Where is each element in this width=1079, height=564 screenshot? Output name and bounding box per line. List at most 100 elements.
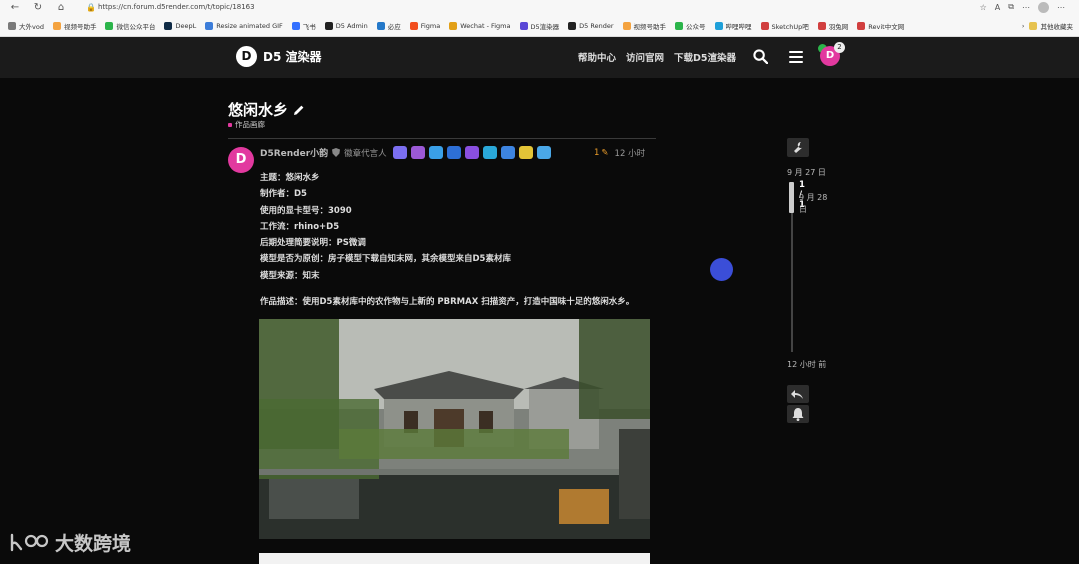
search-icon[interactable] bbox=[753, 49, 768, 64]
next-post-image[interactable] bbox=[259, 553, 650, 564]
read-aloud-icon[interactable]: A bbox=[995, 3, 1000, 12]
post-username[interactable]: D5Render小韵 bbox=[260, 146, 328, 159]
bookmark-label: D5渲染器 bbox=[530, 22, 560, 31]
user-badge-icon[interactable] bbox=[464, 146, 479, 159]
water-town-render bbox=[259, 319, 650, 539]
timeline-handle[interactable] bbox=[789, 182, 794, 213]
category-badge[interactable]: 作品画廊 bbox=[228, 119, 265, 130]
browser-chrome: ← ↻ ⌂ 🔒 https://cn.forum.d5render.com/t/… bbox=[0, 0, 1079, 37]
browser-toolbar-icons: ☆ A ⧉ ⋯ ⋯ bbox=[980, 0, 1065, 14]
user-badge-icon[interactable] bbox=[428, 146, 443, 159]
moderator-shield-icon bbox=[332, 148, 341, 157]
pencil-edit-icon: ✎ bbox=[601, 148, 609, 158]
bookmark-favicon-icon bbox=[8, 21, 16, 30]
bookmark-item[interactable]: DeepL bbox=[164, 21, 197, 30]
bookmark-favicon-icon bbox=[714, 21, 723, 30]
link-help-center[interactable]: 帮助中心 bbox=[578, 50, 616, 64]
bookmark-favicon-icon bbox=[376, 21, 385, 30]
bookmark-label: D5 Render bbox=[579, 21, 614, 30]
bookmark-favicon-icon bbox=[568, 21, 577, 30]
bookmark-item[interactable]: 视频号助手 bbox=[52, 21, 97, 31]
bookmark-label: 视频号助手 bbox=[63, 22, 97, 31]
bookmark-favicon-icon bbox=[324, 21, 333, 30]
timeline-current-date: 9 月 28 日 bbox=[799, 193, 828, 214]
post-description: 作品描述：使用D5素材库中的农作物与上新的 PBRMAX 扫描资产，打造中国味十… bbox=[260, 297, 635, 307]
bookmark-favicon-icon bbox=[519, 21, 528, 30]
site-logo[interactable]: D D5 渲染器 bbox=[236, 46, 322, 67]
bookmark-item[interactable]: D5 Render bbox=[568, 21, 614, 30]
bookmark-label: Revit中文网 bbox=[868, 22, 905, 31]
d5-logo-icon: D bbox=[236, 46, 257, 67]
user-badge-icon[interactable] bbox=[500, 146, 515, 159]
category-color-dot bbox=[228, 122, 232, 127]
bookmark-item[interactable]: Figma bbox=[409, 21, 441, 30]
timeline-start-date[interactable]: 9 月 27 日 bbox=[787, 167, 826, 178]
watermark: 大数跨境 bbox=[9, 529, 131, 556]
bookmark-label: 哔哩哔哩 bbox=[725, 22, 752, 31]
user-badge-icon[interactable] bbox=[518, 146, 533, 159]
post-user-title: 徽章代言人 bbox=[344, 148, 387, 159]
bookmark-item[interactable]: 大外vod bbox=[8, 21, 44, 31]
post-line-postprocess: 后期处理简要说明：PS微调 bbox=[260, 238, 366, 249]
reply-icon bbox=[791, 390, 803, 399]
collections-icon[interactable]: ⧉ bbox=[1008, 2, 1014, 12]
post-author-avatar[interactable]: D bbox=[228, 147, 254, 173]
chevron-right-icon: › bbox=[1021, 21, 1025, 30]
bookmark-item[interactable]: Resize animated GIF bbox=[205, 21, 283, 30]
post-line-author: 制作者：D5 bbox=[260, 189, 307, 200]
user-badge-icon[interactable] bbox=[446, 146, 461, 159]
link-download[interactable]: 下载D5渲染器 bbox=[674, 50, 736, 64]
bookmark-item[interactable]: 哔哩哔哩 bbox=[714, 21, 752, 31]
bookmark-item[interactable]: 公众号 bbox=[675, 21, 706, 31]
topic-divider bbox=[228, 138, 656, 139]
bookmark-item[interactable]: 视频号助手 bbox=[622, 21, 666, 31]
user-badge-icon[interactable] bbox=[392, 146, 407, 159]
hamburger-menu-icon[interactable] bbox=[789, 51, 803, 63]
post-time[interactable]: 12 小时 bbox=[615, 147, 646, 159]
notification-bell-button[interactable] bbox=[787, 405, 809, 423]
bookmark-label: DeepL bbox=[175, 21, 197, 30]
bookmark-label: 大外vod bbox=[19, 22, 44, 31]
user-badge-icon[interactable] bbox=[536, 146, 551, 159]
other-bookmarks-label: 其他收藏夹 bbox=[1040, 22, 1074, 31]
post-line-original: 模型是否为原创：房子模型下载自知末网，其余模型来自D5素材库 bbox=[260, 254, 511, 265]
bookmark-item[interactable]: SketchUp吧 bbox=[760, 21, 809, 31]
bookmark-item[interactable]: 飞书 bbox=[291, 21, 316, 31]
bookmark-favicon-icon bbox=[52, 21, 61, 30]
folder-icon bbox=[1028, 21, 1037, 30]
reload-icon[interactable]: ↻ bbox=[30, 1, 46, 15]
user-badge-icon[interactable] bbox=[410, 146, 425, 159]
bookmarks-overflow[interactable]: › 其他收藏夹 bbox=[1022, 16, 1073, 35]
bookmark-label: Figma bbox=[420, 21, 441, 30]
bookmark-label: 飞书 bbox=[302, 22, 316, 31]
bookmark-item[interactable]: 羽兔网 bbox=[817, 21, 848, 31]
link-official-site[interactable]: 访问官网 bbox=[626, 50, 664, 64]
admin-wrench-button[interactable] bbox=[787, 138, 809, 157]
bookmark-item[interactable]: Revit中文网 bbox=[857, 21, 904, 31]
extensions-icon[interactable]: ⋯ bbox=[1022, 3, 1030, 12]
bookmark-item[interactable]: 必应 bbox=[376, 21, 401, 31]
bookmark-label: 微信公众平台 bbox=[116, 22, 156, 31]
favorite-star-icon[interactable]: ☆ bbox=[980, 3, 987, 12]
bookmark-favicon-icon bbox=[449, 21, 458, 30]
address-bar[interactable]: 🔒 https://cn.forum.d5render.com/t/topic/… bbox=[86, 0, 906, 14]
profile-icon[interactable] bbox=[1038, 1, 1049, 13]
home-icon[interactable]: ⌂ bbox=[53, 1, 69, 15]
more-icon[interactable]: ⋯ bbox=[1057, 3, 1065, 12]
pencil-icon[interactable] bbox=[293, 104, 305, 116]
user-badge-icon[interactable] bbox=[482, 146, 497, 159]
bookmark-item[interactable]: D5渲染器 bbox=[519, 21, 560, 31]
back-icon[interactable]: ← bbox=[7, 1, 23, 15]
post-render-image[interactable] bbox=[259, 319, 650, 539]
bookmark-item[interactable]: D5 Admin bbox=[324, 21, 368, 30]
bell-icon bbox=[792, 408, 804, 421]
timeline-end-label[interactable]: 12 小时 前 bbox=[787, 359, 826, 370]
bookmark-item[interactable]: 微信公众平台 bbox=[105, 21, 155, 31]
topic-title-text: 悠闲水乡 bbox=[228, 101, 289, 119]
edit-history[interactable]: 1 ✎ bbox=[594, 148, 609, 158]
reply-button[interactable] bbox=[787, 385, 809, 403]
bookmark-item[interactable]: Wechat - Figma bbox=[449, 21, 511, 30]
notification-badge[interactable]: 2 bbox=[834, 42, 845, 53]
bookmark-label: D5 Admin bbox=[335, 21, 368, 30]
bookmark-label: Resize animated GIF bbox=[216, 21, 283, 30]
